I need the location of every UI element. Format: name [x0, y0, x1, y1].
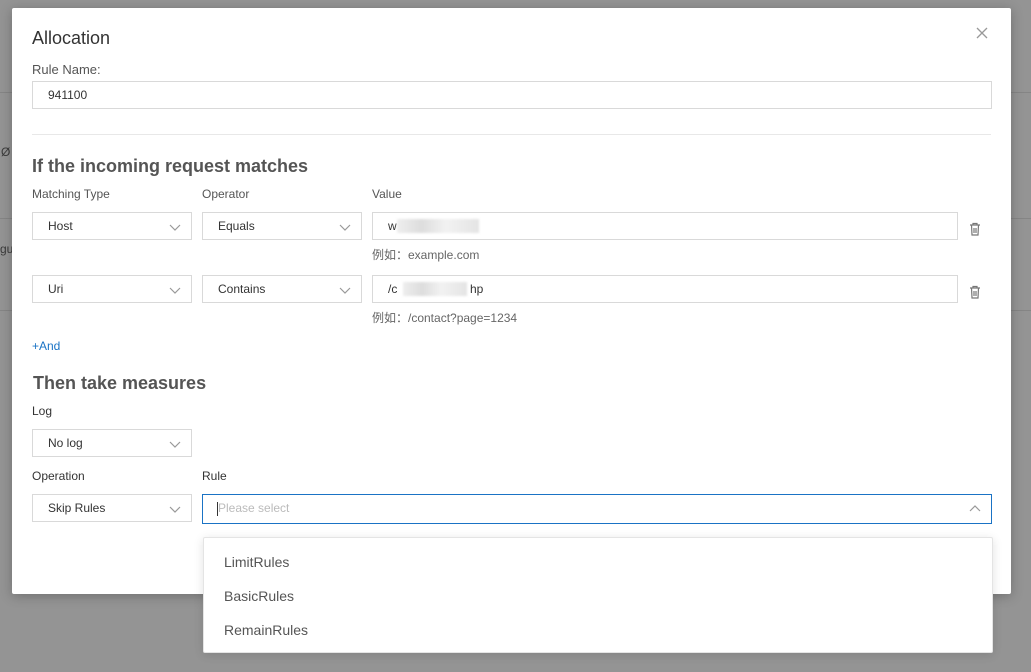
operator-select-2[interactable]: Contains — [202, 275, 362, 303]
delete-row-button-1[interactable] — [968, 221, 982, 237]
value-text-2-tail: hp — [470, 282, 484, 296]
rule-label: Rule — [202, 469, 227, 483]
redacted-value — [403, 282, 467, 296]
rule-option-remain[interactable]: RemainRules — [224, 622, 308, 638]
operation-select[interactable]: Skip Rules — [32, 494, 192, 522]
add-condition-link[interactable]: +And — [32, 339, 60, 353]
close-button[interactable] — [975, 26, 991, 42]
match-section-title: If the incoming request matches — [32, 156, 309, 176]
trash-icon — [968, 221, 982, 237]
chevron-down-icon — [169, 221, 181, 233]
log-select[interactable]: No log — [32, 429, 192, 457]
measure-section-title: Then take measures — [33, 373, 207, 393]
trash-icon — [968, 284, 982, 300]
log-value: No log — [48, 436, 83, 450]
value-text-2: /c — [388, 282, 398, 296]
matching-type-header: Matching Type — [32, 187, 110, 201]
operator-value-2: Contains — [218, 282, 266, 296]
rule-name-label: Rule Name: — [32, 62, 101, 77]
value-hint-1: 例如：example.com — [372, 248, 480, 262]
value-input-1[interactable]: w — [372, 212, 958, 240]
rule-option-basic[interactable]: BasicRules — [224, 588, 294, 604]
log-label: Log — [32, 404, 53, 418]
rule-name-value: 941100 — [48, 88, 88, 102]
value-text-1: w — [388, 219, 397, 233]
rule-option-limit[interactable]: LimitRules — [224, 554, 289, 570]
operator-header: Operator — [202, 187, 250, 201]
chevron-down-icon — [339, 221, 351, 233]
matching-type-select-1[interactable]: Host — [32, 212, 192, 240]
rule-dropdown-menu: LimitRules BasicRules RemainRules — [203, 537, 993, 653]
modal-title: Allocation — [32, 28, 111, 48]
operator-value-1: Equals — [218, 219, 255, 233]
chevron-down-icon — [169, 284, 181, 296]
chevron-down-icon — [169, 503, 181, 515]
rule-name-input[interactable]: 941100 — [32, 81, 992, 109]
matching-type-value-2: Uri — [48, 282, 64, 296]
redacted-value — [397, 219, 479, 233]
value-hint-2: 例如：/contact?page=1234 — [372, 311, 518, 325]
matching-type-value-1: Host — [48, 219, 73, 233]
value-input-2[interactable]: /c hp — [372, 275, 958, 303]
rule-select[interactable]: Please select — [202, 494, 992, 524]
operation-label: Operation — [32, 469, 85, 483]
operation-value: Skip Rules — [48, 501, 106, 515]
chevron-up-icon — [969, 503, 981, 515]
delete-row-button-2[interactable] — [968, 284, 982, 300]
chevron-down-icon — [339, 284, 351, 296]
rule-select-placeholder: Please select — [218, 501, 290, 515]
allocation-modal: Allocation Rule Name: 941100 If the inco… — [12, 8, 1011, 594]
chevron-down-icon — [169, 438, 181, 450]
value-header: Value — [372, 187, 402, 201]
matching-type-select-2[interactable]: Uri — [32, 275, 192, 303]
operator-select-1[interactable]: Equals — [202, 212, 362, 240]
close-icon — [975, 26, 991, 40]
section-divider — [32, 134, 991, 135]
